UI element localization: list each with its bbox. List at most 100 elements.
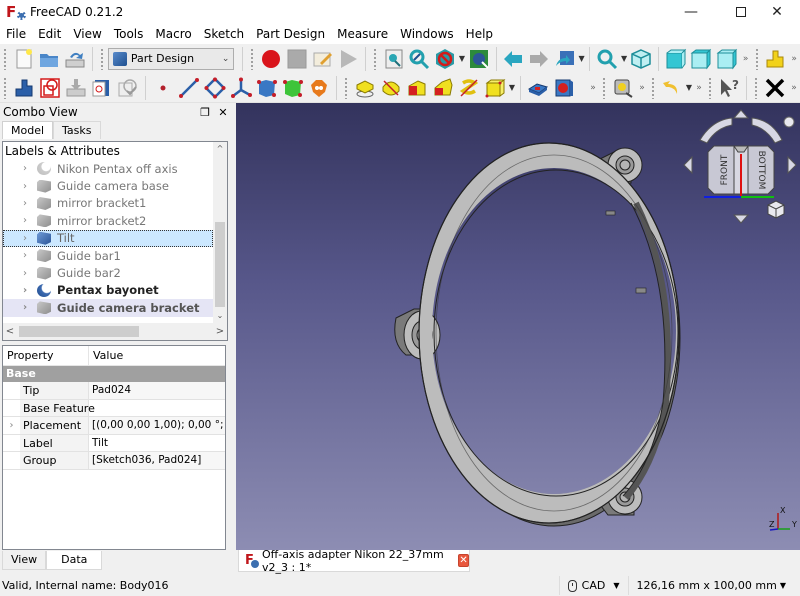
measure-button[interactable] — [610, 75, 636, 101]
arrow-left-icon[interactable] — [683, 155, 693, 175]
subshape-binder-button[interactable] — [280, 75, 306, 101]
property-row[interactable]: Group [Sketch036, Pad024] — [3, 452, 225, 470]
tab-model[interactable]: Model — [2, 121, 54, 139]
expand-chevron-icon[interactable]: › — [23, 233, 37, 244]
close-sketch-button[interactable] — [762, 75, 788, 101]
expand-chevron-icon[interactable]: › — [23, 285, 37, 296]
toolbar-grip[interactable] — [373, 47, 377, 70]
revolution-button[interactable] — [378, 75, 404, 101]
expand-chevron-icon[interactable]: › — [23, 198, 37, 209]
tree-item[interactable]: › Pentax bayonet — [3, 282, 213, 299]
create-point-button[interactable] — [150, 75, 176, 101]
dimension-readout[interactable]: 126,16 mm x 100,00 mm ▼ — [627, 576, 800, 595]
tree-horizontal-scrollbar[interactable]: < > — [3, 323, 227, 340]
tree-item[interactable]: › Guide camera base — [3, 177, 213, 194]
undo-dropdown[interactable]: ▼ — [685, 83, 693, 92]
scroll-up-icon[interactable]: ^ — [213, 142, 227, 156]
tree-item[interactable]: › Tilt — [3, 229, 213, 247]
property-value[interactable]: [Sketch036, Pad024] — [89, 452, 225, 469]
toolbar-grip[interactable] — [754, 76, 758, 99]
create-line-button[interactable] — [176, 75, 202, 101]
ring-part[interactable] — [394, 142, 681, 527]
additive-helix-button[interactable] — [456, 75, 482, 101]
whats-this-button[interactable]: ? — [716, 75, 742, 101]
menu-view[interactable]: View — [67, 24, 107, 44]
macro-run-button[interactable] — [335, 46, 361, 72]
additive-pipe-button[interactable] — [430, 75, 456, 101]
tab-data[interactable]: Data — [46, 551, 103, 570]
open-document-button[interactable] — [37, 46, 63, 72]
3d-viewport[interactable]: FRONT BOTTOM X Y Z — [236, 103, 800, 550]
fit-selection-button[interactable] — [407, 46, 433, 72]
property-value[interactable]: [(0,00 0,00 1,00); 0,00 °; (0,... — [89, 417, 225, 434]
workbench-selector[interactable]: Part Design ⌄ — [107, 47, 235, 70]
menu-file[interactable]: File — [0, 24, 32, 44]
tree-item[interactable]: › mirror bracket2 — [3, 212, 213, 229]
minimize-button[interactable]: — — [668, 0, 714, 24]
validate-sketch-button[interactable] — [63, 75, 89, 101]
pad-button[interactable] — [352, 75, 378, 101]
property-column-header[interactable]: Property — [3, 346, 89, 365]
arrow-down-icon[interactable] — [732, 214, 750, 224]
toolbar-grip[interactable] — [708, 76, 712, 99]
menu-measure[interactable]: Measure — [331, 24, 394, 44]
value-column-header[interactable]: Value — [89, 346, 123, 365]
toolbar-grip[interactable] — [344, 76, 348, 99]
toolbar-grip[interactable] — [250, 47, 255, 70]
view-right-button[interactable] — [714, 46, 740, 72]
toolbar-overflow-button[interactable]: » — [788, 54, 800, 64]
view-front-button[interactable] — [663, 46, 689, 72]
expand-chevron-icon[interactable]: › — [23, 268, 37, 279]
create-plane-button[interactable] — [202, 75, 228, 101]
toolbar-grip[interactable] — [99, 47, 104, 70]
property-row[interactable]: Label Tilt — [3, 434, 225, 452]
toolbar-grip[interactable] — [754, 47, 759, 70]
menu-macro[interactable]: Macro — [149, 24, 197, 44]
property-value[interactable] — [89, 400, 225, 417]
property-group-base[interactable]: Base — [3, 366, 225, 382]
menu-tools[interactable]: Tools — [108, 24, 150, 44]
toolbar-overflow-button[interactable]: » — [693, 83, 705, 93]
new-document-button[interactable] — [11, 46, 37, 72]
shape-binder-button[interactable] — [254, 75, 280, 101]
macro-edit-button[interactable] — [310, 46, 336, 72]
save-document-button[interactable] — [62, 46, 88, 72]
close-document-icon[interactable]: ✕ — [458, 554, 469, 567]
tree-vertical-scrollbar[interactable]: ^ ⌄ — [213, 142, 227, 323]
expand-chevron-icon[interactable]: › — [23, 215, 37, 226]
draw-style-dropdown[interactable]: ▼ — [458, 54, 466, 63]
create-body-button[interactable] — [763, 46, 789, 72]
view-menu-icon[interactable] — [783, 116, 795, 128]
scroll-left-icon[interactable]: < — [3, 326, 17, 337]
toolbar-grip[interactable] — [651, 76, 655, 99]
view-isometric-button[interactable] — [628, 46, 654, 72]
sync-view-button[interactable] — [552, 46, 578, 72]
macro-record-button[interactable] — [258, 46, 284, 72]
toolbar-grip[interactable] — [3, 76, 7, 99]
clone-body-button[interactable] — [306, 75, 332, 101]
toolbar-grip[interactable] — [602, 76, 606, 99]
menu-part-design[interactable]: Part Design — [250, 24, 331, 44]
back-button[interactable] — [501, 46, 527, 72]
rotate-right-arrow-icon[interactable] — [751, 117, 783, 144]
mini-cube-icon[interactable] — [767, 200, 785, 219]
tree-item[interactable]: › Guide bar1 — [3, 247, 213, 264]
cube-face-bottom[interactable]: BOTTOM — [756, 151, 766, 190]
tree-item[interactable]: › mirror bracket1 — [3, 195, 213, 212]
additive-primitive-dropdown[interactable]: ▼ — [508, 83, 516, 92]
view-top-button[interactable] — [688, 46, 714, 72]
property-value[interactable]: Pad024 — [89, 382, 225, 399]
create-lcs-button[interactable] — [228, 75, 254, 101]
fit-all-button[interactable] — [381, 46, 407, 72]
new-body-button[interactable] — [11, 75, 37, 101]
menu-help[interactable]: Help — [460, 24, 499, 44]
attach-sketch-button[interactable] — [89, 75, 115, 101]
scroll-down-icon[interactable]: ⌄ — [213, 309, 227, 323]
scroll-right-icon[interactable]: > — [213, 326, 227, 337]
toolbar-overflow-button[interactable]: » — [587, 83, 599, 93]
bounding-box-button[interactable] — [466, 46, 492, 72]
sync-view-dropdown[interactable]: ▼ — [578, 54, 586, 63]
draw-style-button[interactable] — [432, 46, 458, 72]
toolbar-overflow-button[interactable]: » — [788, 83, 800, 93]
document-tab[interactable]: F Off-axis adapter Nikon 22_37mm v2_3 : … — [238, 548, 470, 574]
